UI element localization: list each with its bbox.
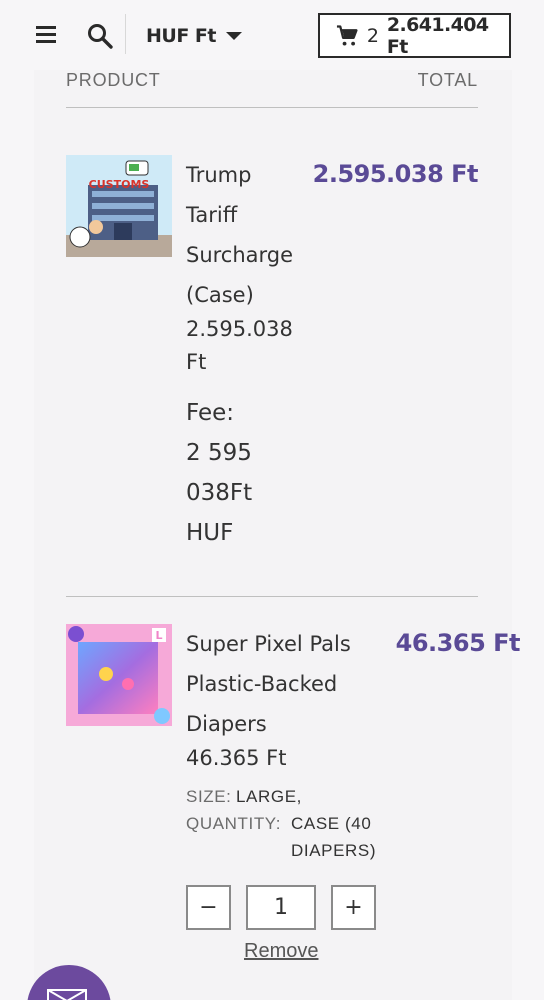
mail-icon (47, 989, 87, 1000)
site-header: HUF Ft 2 2.641.404 Ft (0, 0, 544, 70)
product-unit-price: 46.365 Ft (186, 746, 287, 770)
cart-total: 2.641.404 Ft (386, 13, 489, 58)
header-divider (125, 14, 126, 54)
customs-sign: CUSTOMS (89, 178, 150, 191)
size-value: LARGE, (236, 787, 302, 806)
size-label: SIZE: (186, 787, 232, 806)
remove-button[interactable]: Remove (244, 940, 318, 963)
menu-icon[interactable] (36, 26, 56, 44)
product-image-customs[interactable]: CUSTOMS (66, 155, 172, 257)
currency-label: HUF Ft (146, 25, 217, 47)
product-image-diapers[interactable]: L (66, 624, 172, 726)
item-divider (66, 596, 478, 597)
chevron-down-icon (226, 32, 242, 40)
product-name[interactable]: Super Pixel Pals Plastic-Backed Diapers (186, 624, 351, 744)
cart-button[interactable]: 2 2.641.404 Ft (318, 13, 511, 58)
search-icon[interactable] (86, 22, 114, 50)
column-header-product: PRODUCT (66, 70, 161, 90)
cart-count: 2 (366, 24, 379, 47)
currency-selector[interactable]: HUF Ft (146, 22, 242, 50)
quantity-input[interactable]: 1 (246, 885, 316, 930)
line-total: 2.595.038 Ft (312, 160, 479, 188)
product-fee: Fee: 2 595 038Ft HUF (186, 400, 253, 546)
product-unit-price: 2.595.038 Ft (186, 317, 293, 374)
quantity-label: QUANTITY: (186, 814, 282, 833)
quantity-decrease-button[interactable]: − (186, 885, 231, 930)
cart-icon (336, 24, 358, 46)
line-total: 46.365 Ft (395, 629, 521, 657)
column-header-total: TOTAL (417, 70, 478, 90)
product-name[interactable]: Trump Tariff Surcharge (Case) (186, 155, 293, 315)
size-badge: L (155, 629, 162, 642)
header-divider-line (66, 107, 478, 108)
quantity-increase-button[interactable]: + (331, 885, 376, 930)
quantity-value: CASE (40 DIAPERS) (291, 814, 377, 860)
